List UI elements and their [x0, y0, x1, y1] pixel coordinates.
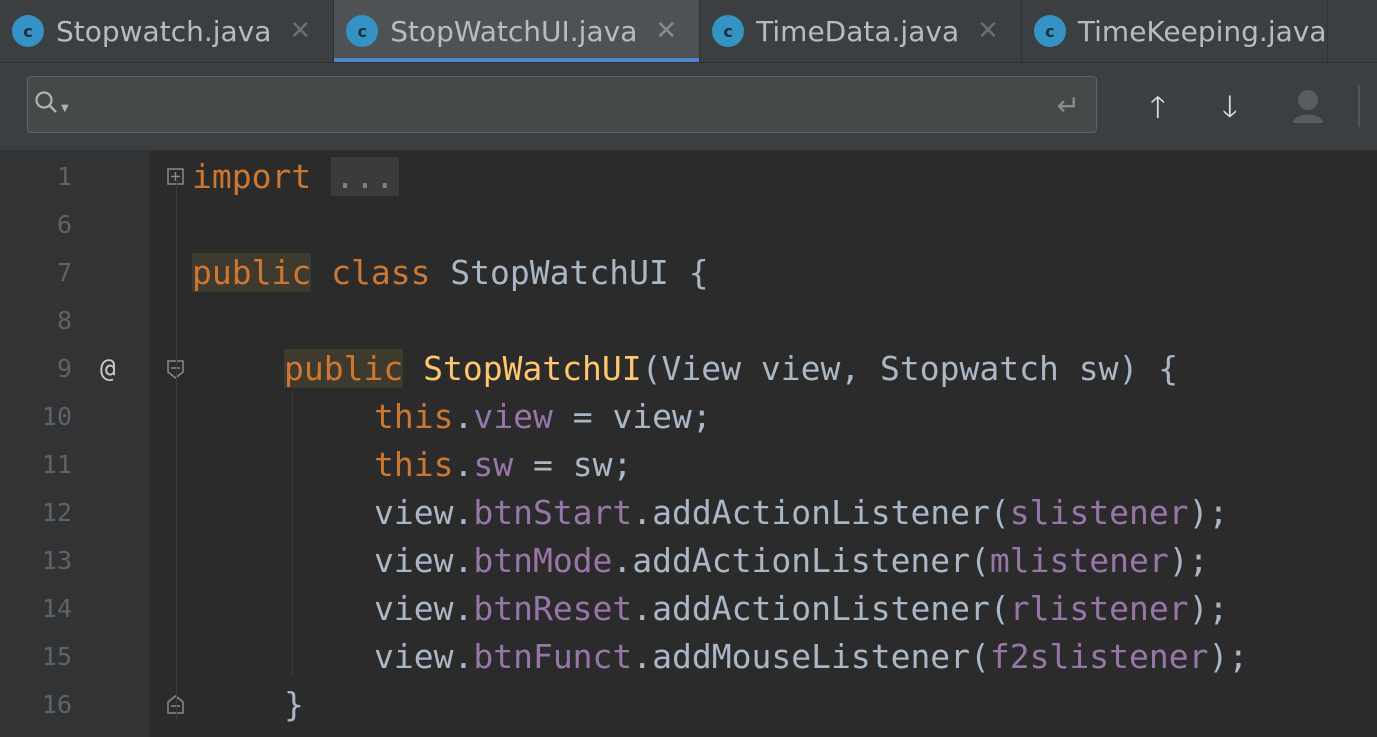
class-icon: c: [346, 15, 379, 47]
tab-timedata-java[interactable]: c TimeData.java ✕: [700, 0, 1022, 62]
search-input[interactable]: ▼ ↵: [27, 76, 1097, 133]
line-number: 14: [41, 594, 72, 623]
code-text: view.: [374, 637, 474, 676]
code-line: public class StopWatchUI {: [192, 249, 709, 297]
line-number: 8: [56, 306, 72, 335]
field: slistener: [1009, 493, 1189, 532]
chevron-down-icon[interactable]: ▼: [61, 103, 69, 114]
code-text: );: [1188, 589, 1229, 628]
code-line: public StopWatchUI(View view, Stopwatch …: [284, 345, 1178, 393]
close-icon[interactable]: ✕: [655, 16, 677, 46]
code-line: import ...: [192, 153, 399, 201]
code-text: .addActionListener(: [612, 541, 990, 580]
code-text: = sw;: [513, 445, 633, 484]
next-occurrence-button[interactable]: 🡓: [1222, 85, 1238, 136]
code-line: }: [284, 681, 304, 729]
code-line: view.btnMode.addActionListener(mlistener…: [374, 537, 1208, 585]
close-icon[interactable]: ✕: [289, 16, 311, 46]
line-number: 12: [41, 498, 72, 527]
filter-search-results-icon[interactable]: [1290, 87, 1326, 125]
code-line: this.view = view;: [374, 393, 712, 441]
field: btnReset: [473, 589, 633, 628]
closing-brace: }: [284, 685, 304, 724]
tab-label: StopWatchUI.java: [390, 14, 638, 48]
keyword: public: [284, 349, 404, 388]
field: btnFunct: [473, 637, 633, 676]
field: mlistener: [989, 541, 1169, 580]
override-annotation-icon[interactable]: @: [100, 345, 116, 393]
field: rlistener: [1009, 589, 1189, 628]
code-text: );: [1208, 637, 1249, 676]
code-line: this.sw = sw;: [374, 441, 632, 489]
line-number: 7: [56, 258, 72, 287]
line-number: 16: [41, 690, 72, 719]
line-number: 10: [41, 402, 72, 431]
line-number: 1: [56, 162, 72, 191]
indent-guide: [292, 391, 293, 676]
code-line: view.btnReset.addActionListener(rlistene…: [374, 585, 1228, 633]
line-number: 15: [41, 642, 72, 671]
tab-stopwatchui-java[interactable]: c StopWatchUI.java ✕: [334, 0, 701, 62]
dot: .: [453, 445, 474, 484]
class-icon: c: [1033, 15, 1066, 47]
tab-label: TimeData.java: [756, 14, 960, 48]
indent-guide: [176, 181, 177, 721]
keyword: class: [331, 253, 431, 292]
find-bar: ▼ ↵ 🡑 🡓: [0, 63, 1377, 151]
class-name: StopWatchUI {: [430, 253, 709, 292]
params: (View view, Stopwatch sw) {: [641, 349, 1179, 388]
code-line: view.btnFunct.addMouseListener(f2slisten…: [374, 633, 1248, 681]
toolbar-divider: [1358, 85, 1360, 127]
keyword: import: [192, 157, 312, 196]
line-number: 11: [41, 450, 72, 479]
code-text: = view;: [552, 397, 712, 436]
code-line: view.btnStart.addActionListener(slistene…: [374, 489, 1228, 537]
tab-label: TimeKeeping.java: [1077, 14, 1327, 48]
tab-stopwatch-java[interactable]: c Stopwatch.java ✕: [0, 0, 335, 62]
code-text: .addMouseListener(: [632, 637, 990, 676]
search-icon[interactable]: [34, 90, 58, 122]
method-name: StopWatchUI: [423, 349, 642, 388]
editor-tab-bar: c Stopwatch.java ✕ c StopWatchUI.java ✕ …: [0, 0, 1377, 63]
code-text: );: [1188, 493, 1229, 532]
code-text: view.: [374, 541, 474, 580]
code-text: .addActionListener(: [632, 493, 1010, 532]
line-number: 13: [41, 546, 72, 575]
field: view: [473, 397, 553, 436]
keyword: public: [192, 253, 312, 292]
code-editor[interactable]: 1 6 7 8 9 10 11 12 13 14 15 16 @ import …: [0, 151, 1377, 737]
field: sw: [473, 445, 514, 484]
class-icon: c: [712, 15, 745, 47]
this-keyword: this: [374, 397, 454, 436]
code-text: view.: [374, 589, 474, 628]
dot: .: [453, 397, 474, 436]
field: btnMode: [473, 541, 613, 580]
this-keyword: this: [374, 445, 454, 484]
code-text: view.: [374, 493, 474, 532]
line-number: 6: [56, 210, 72, 239]
code-text: );: [1168, 541, 1209, 580]
field: f2slistener: [989, 637, 1209, 676]
tab-timekeeping-java[interactable]: c TimeKeeping.java: [1022, 0, 1328, 62]
class-icon: c: [12, 15, 44, 47]
code-text: .addActionListener(: [632, 589, 1010, 628]
previous-occurrence-button[interactable]: 🡑: [1150, 85, 1166, 136]
tab-label: Stopwatch.java: [56, 14, 272, 48]
field: btnStart: [473, 493, 633, 532]
enter-icon: ↵: [1056, 89, 1080, 122]
close-icon[interactable]: ✕: [977, 16, 999, 46]
line-number: 9: [56, 354, 72, 383]
collapsed-imports[interactable]: ...: [331, 157, 399, 196]
